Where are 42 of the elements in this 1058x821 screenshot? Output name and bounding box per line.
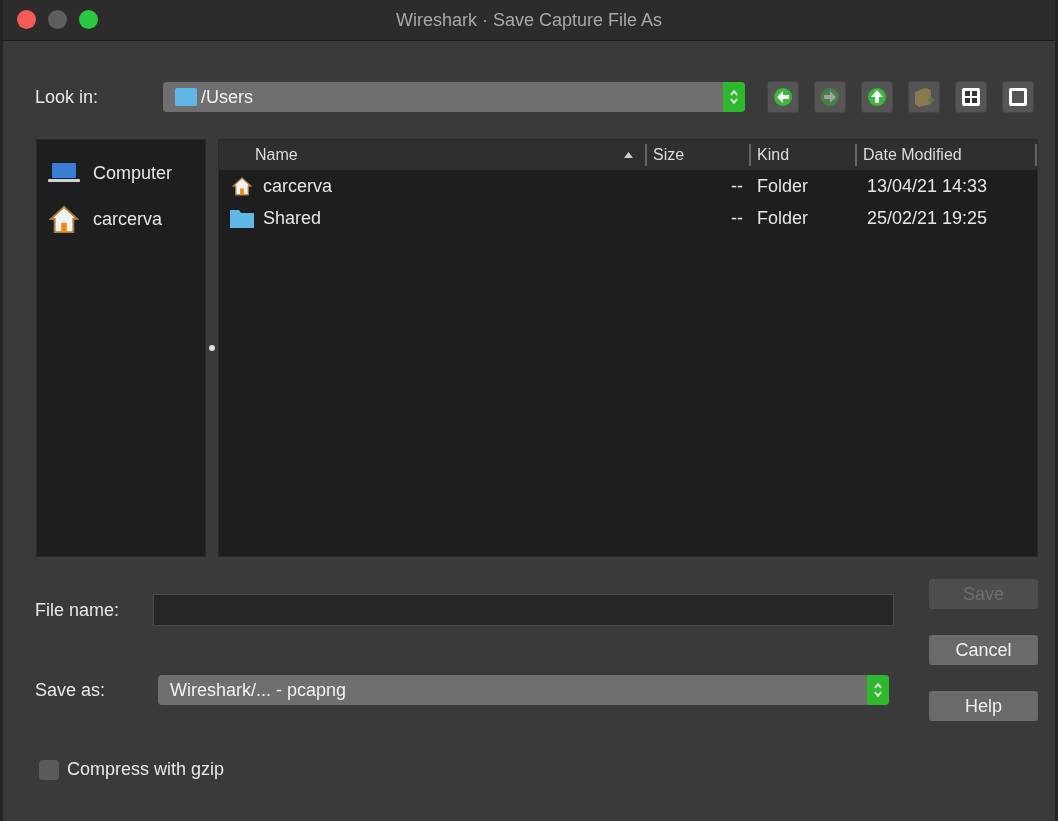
file-name-cell[interactable]: Shared <box>263 207 322 229</box>
folder-icon <box>175 88 197 106</box>
splitter-handle[interactable] <box>209 345 216 351</box>
back-arrow-button[interactable] <box>767 81 799 113</box>
house-icon <box>232 176 252 196</box>
file-name-field[interactable] <box>153 594 894 626</box>
folder-icon <box>230 208 254 228</box>
sidebar-item[interactable]: carcerva <box>37 196 206 242</box>
save-as-dropdown[interactable]: Wireshark/... - pcapng <box>158 675 889 705</box>
new-folder-icon <box>913 86 935 108</box>
size-cell: -- <box>731 175 743 197</box>
column-header[interactable]: Size <box>647 144 751 166</box>
dialog-button[interactable]: Help <box>929 691 1038 721</box>
date-cell: 25/02/21 19:25 <box>867 207 988 229</box>
window-title: Wireshark · Save Capture File As <box>395 9 663 31</box>
stepper-icon <box>873 681 883 699</box>
up-arrow-button[interactable] <box>861 81 893 113</box>
house-icon <box>49 204 79 234</box>
size-cell: -- <box>731 207 743 229</box>
checkbox[interactable] <box>39 759 59 780</box>
look-in-label: Look in: <box>35 86 100 108</box>
grid-icon <box>960 86 982 108</box>
checkbox-label: Compress with gzip <box>67 759 225 780</box>
detail-view-button[interactable] <box>1002 81 1034 113</box>
close-button[interactable] <box>17 10 36 29</box>
column-header[interactable]: Kind <box>751 144 857 166</box>
file-name-label: File name: <box>35 599 121 621</box>
laptop-icon <box>47 162 81 184</box>
column-header[interactable]: Date Modified <box>857 144 1037 166</box>
column-header[interactable]: Name <box>219 144 647 166</box>
grid-view-button[interactable] <box>955 81 987 113</box>
zoom-button[interactable] <box>79 10 98 29</box>
date-cell: 13/04/21 14:33 <box>867 175 988 197</box>
stepper-icon <box>729 88 739 106</box>
square-icon <box>1007 86 1029 108</box>
file-name-cell[interactable]: carcerva <box>263 175 333 197</box>
save-as-label: Save as: <box>35 679 107 701</box>
kind-cell: Folder <box>757 175 809 197</box>
sidebar-item[interactable]: Computer <box>37 150 206 196</box>
dialog-button[interactable]: Cancel <box>929 635 1038 665</box>
look-in-dropdown[interactable]: /Users <box>163 82 745 112</box>
kind-cell: Folder <box>757 207 809 229</box>
